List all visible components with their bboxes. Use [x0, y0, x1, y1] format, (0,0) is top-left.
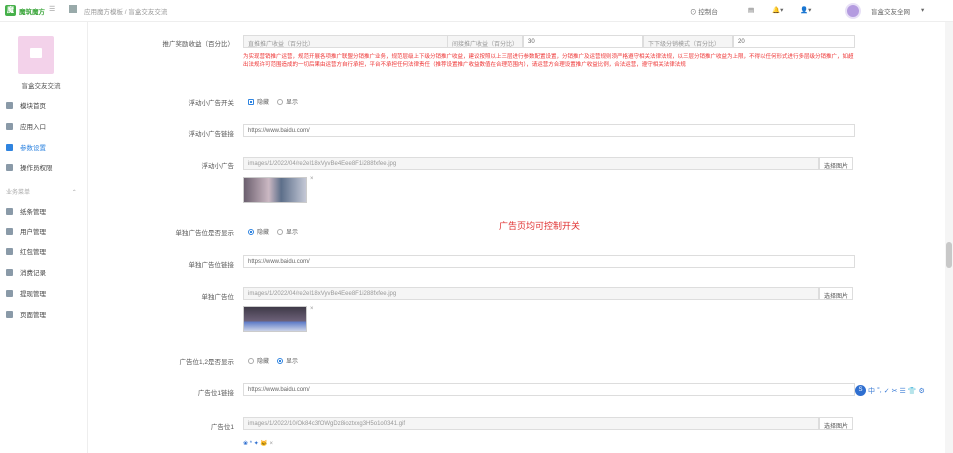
radio-icon: [248, 98, 254, 105]
gear-icon: [6, 289, 13, 297]
sidebar-item-notes[interactable]: 纸条管理: [6, 206, 46, 216]
ad1-gif-preview: ❀ * ✦ 🐱 ×: [243, 441, 274, 447]
settings-icon: [6, 143, 13, 151]
ad-link-input[interactable]: https://www.baidu.com/: [243, 383, 855, 396]
logo[interactable]: 魔 魔筑魔方: [5, 5, 45, 16]
single-show-radio[interactable]: 显示: [277, 227, 298, 236]
bell-icon[interactable]: 🔔▾: [772, 6, 783, 14]
punctuation-icon[interactable]: °,: [877, 387, 882, 394]
sidebar-item-home[interactable]: 模块首页: [6, 100, 46, 110]
sub-promo-label: 下下级分销模式（百分比）: [643, 35, 733, 48]
avatar[interactable]: [845, 3, 861, 19]
single-show-label: 单独广告位是否显示: [175, 230, 235, 237]
single-hide-radio[interactable]: 隐藏: [248, 227, 269, 236]
sidebar-item-permission[interactable]: 操作员权限: [6, 162, 53, 172]
float-link-label: 浮动小广告链接: [188, 131, 235, 138]
ad1-select-button[interactable]: 选择图片: [819, 417, 854, 430]
radio-icon: [248, 357, 254, 364]
menu-group-label[interactable]: 业务菜单 ⌃: [6, 187, 77, 196]
close-icon[interactable]: ×: [310, 176, 314, 182]
user-icon[interactable]: 👤▾: [800, 6, 811, 14]
single-ad-input[interactable]: images/1/2022/04/re2eI18xVyvBe4Eee8F1i28…: [243, 287, 819, 300]
indirect-promo-field[interactable]: 30: [523, 35, 643, 48]
radio-icon: [248, 228, 254, 235]
ad12-show-label: 广告位1,2是否显示: [179, 359, 234, 366]
ime-toolbar[interactable]: S 中 °, ✓ ✂ ☰ 👕 ⚙: [855, 385, 925, 396]
single-link-label: 单独广告位链接: [188, 262, 235, 269]
gear-icon: [6, 207, 13, 215]
ad-link-label: 广告位1链接: [197, 390, 234, 397]
radio-icon: [277, 98, 283, 105]
gear-icon: [6, 310, 13, 318]
single-ad-label: 单独广告位: [201, 294, 235, 301]
account-name[interactable]: 盲盒交友全网: [871, 6, 910, 16]
top-bar: 魔 魔筑魔方 ☰ 应用魔方模板 / 盲盒交友交流 ⊙ 控制台 ▤ 🔔▾ 👤▾ 盲…: [0, 0, 953, 22]
sidebar-item-pages[interactable]: 页面管理: [6, 309, 46, 319]
float-ad-preview: [243, 177, 307, 203]
radio-icon: [277, 357, 283, 364]
menu-icon[interactable]: ☰: [900, 387, 906, 395]
gear-icon: [6, 268, 13, 276]
ad12-show-radio[interactable]: 显示: [277, 356, 298, 365]
collapse-menu-icon[interactable]: ☰: [49, 5, 55, 13]
gear-icon: [6, 227, 13, 235]
single-ad-preview: [243, 306, 307, 332]
sidebar-item-consumption[interactable]: 消费记录: [6, 267, 46, 277]
sidebar: 盲盒交友交流 模块首页 应用入口 参数设置 操作员权限 业务菜单 ⌃ 纸条管理 …: [0, 22, 88, 453]
store-icon[interactable]: ▤: [748, 6, 754, 14]
scrollbar[interactable]: [945, 22, 953, 453]
float-show-radio[interactable]: 显示: [277, 97, 298, 106]
ad1-input[interactable]: images/1/2022/10/Ok84c3fOWgDz8ioztxxg3H5…: [243, 417, 819, 430]
chevron-up-icon: ⌃: [71, 190, 77, 196]
sidebar-item-settings[interactable]: 参数设置: [6, 142, 46, 152]
logo-icon: 魔: [5, 5, 16, 16]
promo-label: 推广奖励收益（百分比）: [162, 41, 235, 48]
sidebar-item-users[interactable]: 用户管理: [6, 226, 46, 236]
warning-text: 为实现营销推广运营，规范开展各项推广联盟分销推广业务，规范层级上下级分销推广收益…: [243, 54, 854, 68]
indirect-promo-label: 间接推广收益（百分比）: [447, 35, 523, 48]
permission-icon: [6, 163, 13, 171]
app-name: 盲盒交友交流: [21, 83, 61, 90]
overlay-annotation: 广告页均可控制开关: [499, 221, 581, 231]
float-link-input[interactable]: https://www.baidu.com/: [243, 124, 855, 137]
chevron-down-icon[interactable]: ▾: [921, 6, 924, 14]
skin-icon[interactable]: 👕: [908, 387, 917, 395]
scrollbar-thumb[interactable]: [946, 242, 952, 268]
gear-icon[interactable]: ⚙: [919, 387, 925, 395]
single-ad-select-button[interactable]: 选择图片: [819, 287, 854, 300]
float-switch-label: 浮动小广告开关: [188, 100, 235, 107]
entry-icon: [6, 122, 13, 130]
scissors-icon[interactable]: ✂: [892, 387, 898, 395]
sidebar-item-entry[interactable]: 应用入口: [6, 121, 46, 131]
breadcrumb[interactable]: 应用魔方模板 / 盲盒交友交流: [84, 6, 167, 16]
ime-logo-icon: S: [855, 385, 866, 396]
app-logo: [18, 36, 54, 74]
float-ad-select-button[interactable]: 选择图片: [819, 157, 854, 170]
sidebar-item-withdraw[interactable]: 提现管理: [6, 288, 46, 298]
float-ad-input[interactable]: images/1/2022/04/re2eI18xVyvBe4Eee8F1i28…: [243, 157, 819, 170]
sub-promo-field[interactable]: 20: [733, 35, 855, 48]
console-link[interactable]: ⊙ 控制台: [690, 6, 718, 16]
chinese-mode-icon[interactable]: 中: [868, 386, 875, 396]
pen-icon[interactable]: ✓: [884, 387, 890, 395]
ad1-label: 广告位1: [210, 424, 234, 431]
home-icon[interactable]: [69, 5, 77, 13]
close-icon[interactable]: ×: [270, 441, 274, 447]
single-link-input[interactable]: https://www.baidu.com/: [243, 255, 855, 268]
sidebar-item-redpacket[interactable]: 红包管理: [6, 246, 46, 256]
float-hide-radio[interactable]: 隐藏: [248, 97, 269, 106]
gear-icon: [6, 247, 13, 255]
float-ad-label: 浮动小广告: [201, 163, 235, 170]
ad12-hide-radio[interactable]: 隐藏: [248, 356, 269, 365]
close-icon[interactable]: ×: [310, 306, 314, 312]
home-icon: [6, 101, 13, 109]
radio-icon: [277, 228, 283, 235]
